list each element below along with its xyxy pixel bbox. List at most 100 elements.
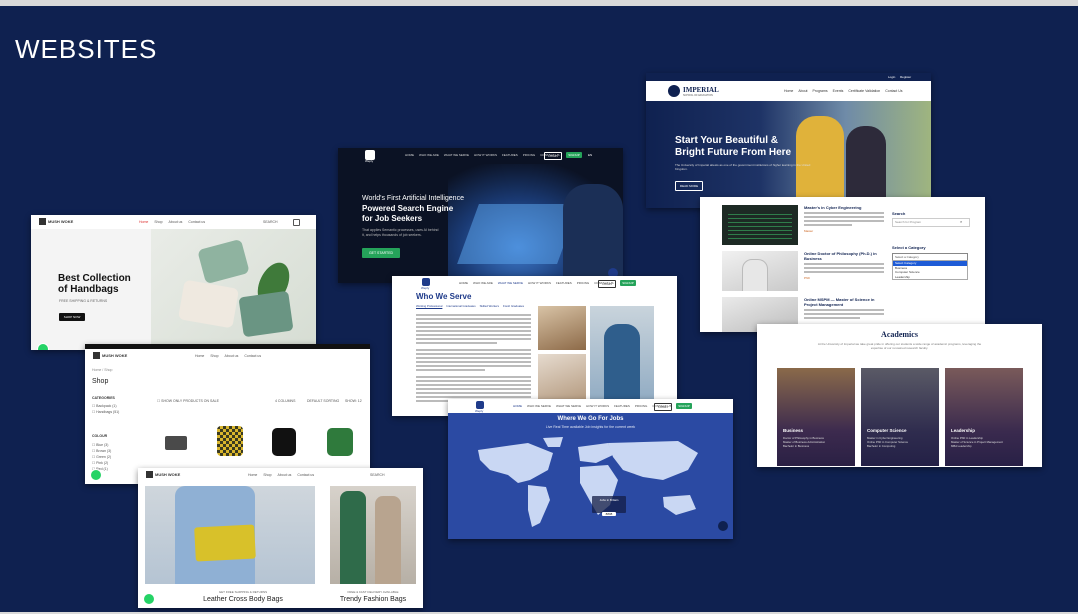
product-card[interactable] — [272, 428, 296, 456]
chat-icon[interactable] — [718, 521, 728, 531]
bag-image — [197, 238, 250, 285]
program-item[interactable]: Master's in Cyber Engineering Master — [804, 205, 884, 233]
nav-who[interactable]: WHO WE SERVE — [527, 404, 551, 408]
signup-button[interactable]: SIGNUP — [566, 152, 582, 158]
tab-fresh-graduates[interactable]: Fresh Graduates — [503, 304, 524, 308]
nav-about[interactable]: About us — [225, 354, 239, 358]
nav-home[interactable]: Home — [784, 89, 793, 93]
headline-line-3: for Job Seekers — [362, 214, 423, 223]
columns-selector[interactable]: 4 COLUMNS — [275, 399, 295, 403]
nav-home[interactable]: Home — [248, 473, 257, 477]
register-link[interactable]: Register — [900, 75, 911, 79]
hero-body: The University of Imperial attests as on… — [675, 163, 811, 171]
nav-pricing[interactable]: PRICING — [577, 281, 590, 285]
sale-filter[interactable]: ☐ SHOW ONLY PRODUCTS ON SALE — [157, 399, 219, 403]
brand: MUSH WOKE — [155, 472, 181, 477]
nav-how[interactable]: HOW IT WORKS — [586, 404, 609, 408]
language-toggle[interactable]: EN — [588, 153, 592, 157]
photo-worker — [538, 306, 586, 350]
nav-shop[interactable]: Shop — [210, 354, 218, 358]
nav-home[interactable]: HOME — [405, 153, 414, 157]
academic-card-leadership[interactable]: Leadership Online PhD in Leadership Mast… — [945, 368, 1023, 466]
whatsapp-icon[interactable] — [143, 593, 155, 605]
nav-about[interactable]: About us — [278, 473, 292, 477]
program-item[interactable]: Online Doctor of Philosophy (Ph.D.) in B… — [804, 251, 884, 280]
product-card[interactable] — [165, 436, 187, 450]
yellow-bag — [194, 524, 256, 562]
search-icon[interactable]: ⌕ — [960, 219, 962, 224]
nav-shop[interactable]: Shop — [154, 220, 162, 224]
nav-how[interactable]: HOW IT WORKS — [528, 281, 551, 285]
code-screen — [728, 211, 792, 239]
sort-select[interactable]: DEFAULT SORTING — [307, 399, 339, 403]
search-link[interactable]: SEARCH — [263, 220, 278, 224]
nav-features[interactable]: FEATURES — [502, 153, 518, 157]
shop-now-button[interactable]: SHOP NOW — [59, 313, 85, 321]
login-link[interactable]: Login — [888, 75, 895, 79]
nav-features[interactable]: FEATURES — [614, 404, 630, 408]
login-button[interactable]: LOGIN — [544, 152, 562, 160]
handbag-home-screenshot: MUSH WOKE Home Shop About us Contact us … — [31, 215, 316, 350]
nav-programs[interactable]: Programs — [813, 89, 828, 93]
graduate-figure — [604, 324, 640, 406]
tab-working-professional[interactable]: Working Professional — [416, 304, 442, 308]
world-map[interactable] — [468, 435, 713, 535]
tab-skilled-workers[interactable]: Skilled Workers — [480, 304, 499, 308]
signup-button[interactable]: SIGNUP — [620, 280, 636, 286]
nav-who[interactable]: WHO WE ARE — [473, 281, 493, 285]
read-more-button[interactable]: READ MORE — [675, 181, 703, 191]
nav-about[interactable]: About us — [169, 220, 183, 224]
category-option[interactable]: Leadership — [893, 275, 967, 280]
left-title: Leather Cross Body Bags — [203, 596, 283, 603]
nav-pricing[interactable]: PRICING — [523, 153, 536, 157]
whatsapp-icon[interactable] — [37, 343, 49, 350]
tooltip-label: Jobs in Britain — [599, 498, 619, 502]
nav-what[interactable]: WHAT WE SERVE — [556, 404, 581, 408]
nav-who[interactable]: WHO WE ARE — [419, 153, 439, 157]
nav-home[interactable]: Home — [195, 354, 204, 358]
login-button[interactable]: LOGIN — [598, 280, 616, 288]
section-title: Academics — [881, 330, 918, 339]
nav-home[interactable]: HOME — [513, 404, 522, 408]
nav-certificate[interactable]: Certificate Validation — [848, 89, 880, 93]
category-item[interactable]: ☐ Handbags (51) — [92, 409, 119, 415]
show-select[interactable]: SHOW: 12 — [345, 399, 362, 403]
hero-title-line: of Handbags — [58, 284, 119, 295]
program-search-input[interactable]: Search for Program — [892, 218, 970, 227]
nav-home[interactable]: Home — [139, 220, 148, 224]
get-started-button[interactable]: GET STARTED — [362, 248, 400, 258]
category-dropdown: Select Category Business Computer Scienc… — [892, 260, 968, 280]
search-label: Search — [892, 211, 906, 216]
product-card[interactable] — [217, 426, 243, 456]
nav-events[interactable]: Events — [833, 89, 844, 93]
nav-pricing[interactable]: PRICING — [635, 404, 648, 408]
categories-heading: CATEGORIES — [92, 396, 115, 400]
academic-card-business[interactable]: Business Doctor of Philosophy in Busines… — [777, 368, 855, 466]
nav-what[interactable]: WHAT WE SERVE — [444, 153, 469, 157]
nav-contact[interactable]: Contact us — [297, 473, 314, 477]
academic-card-computer-science[interactable]: Computer Science Master in Cyber Enginee… — [861, 368, 939, 466]
nav-about[interactable]: About — [798, 89, 807, 93]
card-item[interactable]: Bachelor in Business — [783, 444, 825, 448]
card-title: Computer Science — [867, 428, 907, 433]
nav-how[interactable]: HOW IT WORKS — [474, 153, 497, 157]
program-item[interactable]: Online MSPM — Master of Science in Proje… — [804, 297, 884, 321]
whatsapp-icon[interactable] — [90, 469, 102, 481]
nav-what[interactable]: WHAT WE SERVE — [498, 281, 523, 285]
search-link[interactable]: SEARCH — [370, 473, 385, 477]
cart-icon[interactable] — [293, 219, 300, 226]
nav-contact[interactable]: Contact us — [188, 220, 205, 224]
nav-shop[interactable]: Shop — [263, 473, 271, 477]
signup-button[interactable]: SIGNUP — [676, 403, 692, 409]
card-item[interactable]: MBA Leadership — [951, 444, 1003, 448]
product-card[interactable] — [327, 428, 353, 456]
nav-home[interactable]: HOME — [459, 281, 468, 285]
login-button[interactable]: LOGIN — [654, 403, 672, 411]
program-thumb — [722, 205, 798, 245]
tab-international-graduates[interactable]: International Graduates — [446, 304, 475, 308]
nav-contact[interactable]: Contact us — [244, 354, 261, 358]
nav-contact[interactable]: Contact Us — [885, 89, 902, 93]
weply-serve-screenshot: Weply HOME WHO WE ARE WHAT WE SERVE HOW … — [392, 276, 677, 416]
card-item[interactable]: Bachelor in Computing — [867, 444, 908, 448]
nav-features[interactable]: FEATURES — [556, 281, 572, 285]
